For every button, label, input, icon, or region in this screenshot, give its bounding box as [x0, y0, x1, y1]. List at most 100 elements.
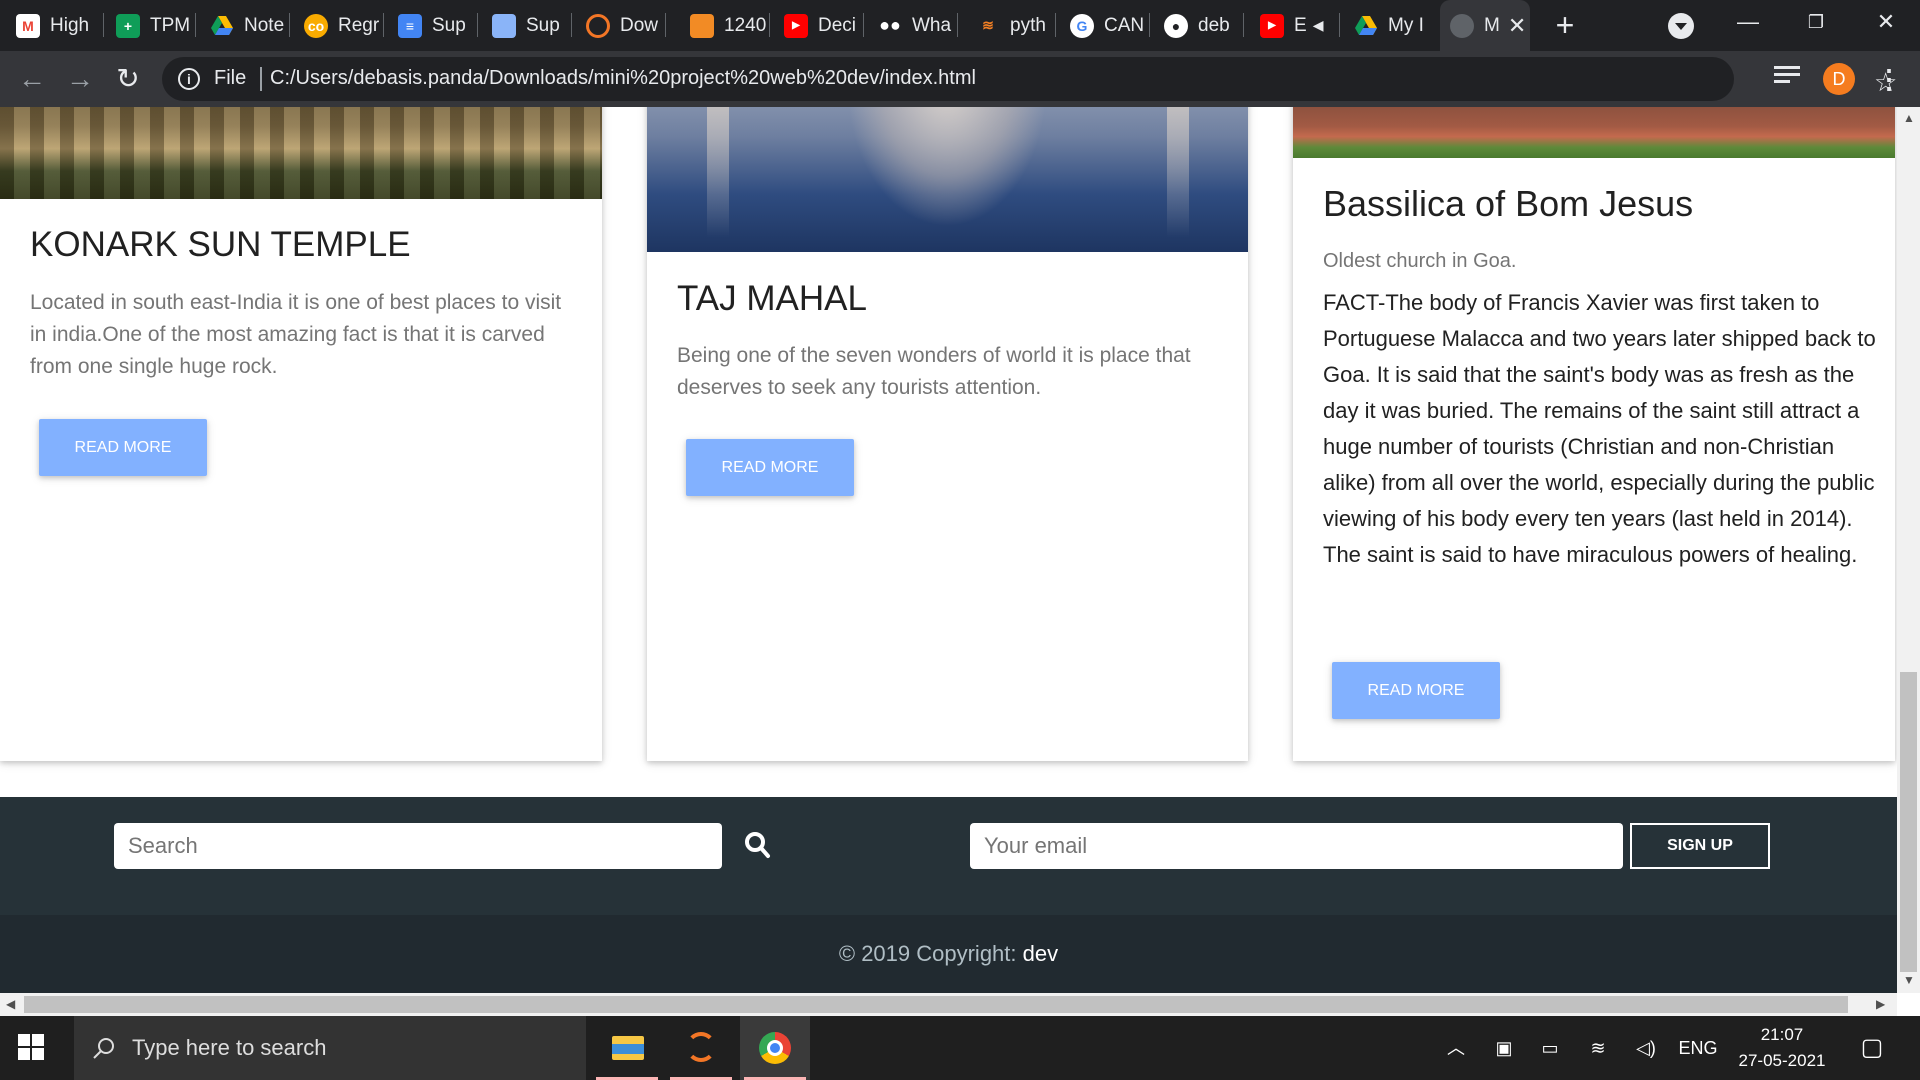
- bom-jesus-image: [1293, 107, 1895, 158]
- url-text[interactable]: C:/Users/debasis.panda/Downloads/mini%20…: [270, 67, 976, 90]
- card-title: KONARK SUN TEMPLE: [30, 225, 411, 264]
- new-tab-button[interactable]: +: [1548, 6, 1582, 44]
- scheme-label: File: [214, 67, 247, 89]
- drive-icon: [210, 14, 234, 38]
- sign-up-button[interactable]: SIGN UP: [1630, 823, 1770, 869]
- horizontal-scroll-thumb[interactable]: [24, 996, 1848, 1013]
- taj-mahal-image: [647, 107, 1248, 252]
- browser-toolbar: ← → ↻ i File C:/Users/debasis.panda/Down…: [0, 51, 1920, 107]
- tab-label: My I: [1388, 14, 1424, 36]
- card-title: TAJ MAHAL: [677, 279, 867, 318]
- docs-icon: ≡: [398, 13, 422, 38]
- tab-stackoverflow[interactable]: ≋ pyth: [976, 0, 1056, 51]
- youtube-icon: ▶: [784, 13, 808, 38]
- language-indicator[interactable]: ENG: [1678, 1016, 1718, 1080]
- forward-icon[interactable]: →: [60, 59, 100, 99]
- tab-youtube[interactable]: ▶ Deci: [784, 0, 864, 51]
- tab-docs[interactable]: ≡ Sup: [398, 0, 478, 51]
- taskbar-search-placeholder: Type here to search: [132, 1035, 327, 1060]
- volume-icon[interactable]: ◁): [1632, 1016, 1660, 1080]
- restore-icon[interactable]: ❐: [1786, 0, 1846, 44]
- google-icon: G: [1070, 13, 1094, 38]
- tab-label: E: [1294, 14, 1307, 36]
- info-icon[interactable]: i: [178, 68, 200, 90]
- card-text: Located in south east-India it is one of…: [30, 291, 562, 378]
- copyright-text: © 2019 Copyright:: [838, 941, 1023, 966]
- close-tab-icon[interactable]: ✕: [1508, 13, 1526, 39]
- read-more-button[interactable]: Read More: [686, 439, 854, 496]
- vertical-scrollbar[interactable]: ▲ ▼: [1897, 107, 1920, 993]
- tab-label: Wha: [912, 14, 952, 36]
- battery-icon[interactable]: ▭: [1536, 1016, 1564, 1080]
- tab-drive[interactable]: My I: [1354, 0, 1434, 51]
- sheets-icon: +: [116, 13, 140, 38]
- jupyter-app-icon[interactable]: [666, 1016, 736, 1080]
- konark-image: [0, 107, 602, 199]
- scroll-left-icon[interactable]: ◀: [6, 997, 15, 1011]
- scroll-down-icon[interactable]: ▼: [1903, 973, 1915, 987]
- clock[interactable]: 21:07 27-05-2021: [1722, 1022, 1842, 1074]
- search-icon: [93, 1038, 114, 1059]
- footer-forms: Search Your email SIGN UP: [0, 797, 1897, 915]
- address-bar[interactable]: i File C:/Users/debasis.panda/Downloads/…: [162, 57, 1897, 101]
- tab-youtube-audio[interactable]: ▶ E ◀: [1260, 0, 1340, 51]
- file-explorer-icon[interactable]: [592, 1016, 662, 1080]
- tab-label: 1240: [724, 14, 767, 36]
- meet-now-icon[interactable]: ▣: [1492, 1016, 1516, 1080]
- search-icon[interactable]: [742, 829, 774, 863]
- tab-search-icon[interactable]: [1668, 13, 1694, 39]
- tab-label: deb: [1198, 14, 1230, 36]
- tab-label: Note: [244, 14, 285, 36]
- email-field[interactable]: Your email: [970, 823, 1623, 869]
- browser-tab-strip: M High + TPM Note co Regr ≡ Sup Sup Dow …: [0, 0, 1920, 51]
- media-control-icon[interactable]: [1774, 66, 1800, 88]
- chrome-app-icon[interactable]: [740, 1016, 810, 1080]
- gmail-icon: M: [16, 13, 40, 38]
- card-text: FACT-The body of Francis Xavier was firs…: [1323, 290, 1876, 567]
- tab-label: High: [50, 14, 90, 36]
- close-window-icon[interactable]: ✕: [1856, 0, 1916, 44]
- show-hidden-icons[interactable]: ︿: [1444, 1016, 1468, 1080]
- tab-colab[interactable]: co Regr: [304, 0, 384, 51]
- reload-icon[interactable]: ↻: [108, 59, 148, 99]
- tab-label: TPM: [150, 14, 191, 36]
- wifi-icon[interactable]: ≋: [1586, 1016, 1610, 1080]
- taskbar-search[interactable]: Type here to search: [74, 1016, 586, 1080]
- read-more-button[interactable]: Read More: [1332, 662, 1500, 719]
- horizontal-scrollbar[interactable]: ◀ ▶: [0, 993, 1897, 1016]
- notifications-icon[interactable]: ▢: [1852, 1016, 1892, 1080]
- tab-google[interactable]: G CAN: [1070, 0, 1150, 51]
- search-input[interactable]: Search: [114, 823, 722, 869]
- card-subtitle: Oldest church in Goa.: [1323, 250, 1517, 272]
- profile-avatar[interactable]: D: [1823, 63, 1855, 95]
- minimize-icon[interactable]: —: [1718, 0, 1778, 44]
- brand-link[interactable]: dev: [1023, 941, 1058, 966]
- tab-gmail[interactable]: M High: [16, 0, 104, 51]
- scroll-right-icon[interactable]: ▶: [1876, 997, 1885, 1011]
- tab-drive-notebook[interactable]: Note: [210, 0, 290, 51]
- globe-icon: [1450, 13, 1474, 38]
- drive-icon: [1354, 14, 1378, 38]
- tab-image[interactable]: Sup: [492, 0, 572, 51]
- tab-github[interactable]: ● deb: [1164, 0, 1244, 51]
- tab-label: Sup: [432, 14, 466, 36]
- tab-jupyter[interactable]: Dow: [586, 0, 666, 51]
- clock-date: 27-05-2021: [1738, 1051, 1826, 1070]
- speaker-icon[interactable]: ◀: [1313, 17, 1324, 34]
- tab-sheets[interactable]: + TPM: [116, 0, 196, 51]
- github-icon: ●: [1164, 13, 1188, 38]
- tab-medium[interactable]: ●● Wha: [878, 0, 958, 51]
- card-taj-mahal: TAJ MAHAL Being one of the seven wonders…: [647, 107, 1248, 761]
- scroll-up-icon[interactable]: ▲: [1903, 111, 1915, 125]
- tab-label: Dow: [620, 14, 659, 36]
- tab-label: pyth: [1010, 14, 1046, 36]
- tab-active[interactable]: M ✕: [1440, 0, 1530, 51]
- menu-icon[interactable]: ⋮: [1876, 62, 1902, 96]
- windows-start-icon[interactable]: [18, 1034, 46, 1062]
- medium-icon: ●●: [879, 15, 901, 35]
- read-more-button[interactable]: Read More: [39, 419, 207, 476]
- card-bom-jesus: Bassilica of Bom Jesus Oldest church in …: [1293, 107, 1895, 761]
- back-icon[interactable]: ←: [12, 59, 52, 99]
- tab-book[interactable]: 1240: [690, 0, 770, 51]
- vertical-scroll-thumb[interactable]: [1900, 672, 1917, 972]
